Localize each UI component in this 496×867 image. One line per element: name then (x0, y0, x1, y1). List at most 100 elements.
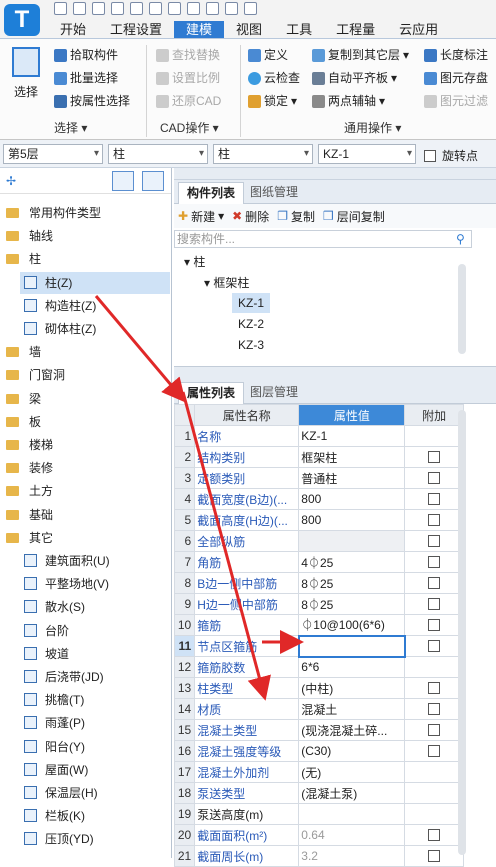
property-row[interactable]: 15 混凝土类型 (现浇混凝土碎... (173, 719, 464, 741)
extra-checkbox[interactable] (428, 577, 441, 589)
undo-icon[interactable] (111, 2, 124, 15)
subtype-select[interactable]: 柱 (213, 144, 313, 164)
tree-item[interactable]: 构造柱(Z) (24, 295, 96, 317)
property-row[interactable]: 16 混凝土强度等级 (C30) (173, 740, 464, 762)
pick-component-button[interactable]: 拾取构件 (54, 45, 118, 65)
tree-item[interactable]: 土方 (6, 480, 53, 502)
tree-item[interactable]: 屋面(W) (24, 759, 88, 781)
tree-item[interactable]: 阳台(Y) (24, 736, 85, 758)
extra-checkbox[interactable] (428, 682, 441, 694)
tree-item[interactable]: 建筑面积(U) (24, 550, 110, 572)
extra-checkbox[interactable] (428, 850, 441, 862)
open-folder-icon[interactable] (92, 2, 105, 15)
grid-view-icon[interactable] (142, 171, 164, 191)
property-value[interactable]: 普通柱 (298, 467, 406, 489)
property-value[interactable]: (无) (298, 761, 406, 783)
property-value[interactable]: 800 (298, 488, 406, 510)
batch-select-button[interactable]: 批量选择 (54, 68, 118, 88)
select-big-button[interactable]: 选择 (8, 47, 44, 105)
tree-item[interactable]: 栏板(K) (24, 805, 85, 827)
rotate-point-toggle[interactable]: 旋转点 (424, 147, 478, 164)
tab-property-list[interactable]: 属性列表 (178, 382, 245, 404)
extra-checkbox[interactable] (428, 535, 441, 547)
property-row[interactable]: 20 截面面积(m²) 0.64 (173, 824, 464, 846)
extra-checkbox[interactable] (428, 640, 441, 652)
app-logo[interactable]: T (4, 4, 40, 36)
tree-item[interactable]: 挑檐(T) (24, 689, 84, 711)
menu-tab[interactable]: 云应用 (387, 21, 450, 38)
extra-checkbox[interactable] (428, 724, 441, 736)
tree-item[interactable]: 台阶 (24, 620, 69, 642)
property-row[interactable]: 10 箍筋 ⏀10@100(6*6) (173, 614, 464, 636)
lock-icon[interactable] (244, 2, 257, 15)
tree-item[interactable]: 轴线 (6, 225, 53, 247)
menu-tab[interactable]: 工程量 (324, 21, 387, 38)
floor-select[interactable]: 第5层 (3, 144, 103, 164)
property-value[interactable]: (混凝土泵) (298, 782, 406, 804)
rotate-checkbox[interactable] (424, 149, 436, 162)
cloud-check-button[interactable]: 云检查 (248, 68, 300, 88)
property-row[interactable]: 5 截面高度(H边)(... 800 (173, 509, 464, 531)
property-value[interactable]: ⏀10@100(6*6) (298, 614, 406, 636)
new-button[interactable]: ✚ 新建 ▾ (178, 208, 224, 225)
find-replace-button[interactable]: 查找替换 (156, 45, 220, 65)
tree-item[interactable]: 基础 (6, 504, 53, 526)
tree-item[interactable]: 装修 (6, 457, 53, 479)
two-point-axis-button[interactable]: 两点辅轴 ▾ (312, 91, 385, 111)
property-row[interactable]: 8 B边一侧中部筋 8⏀25 (173, 572, 464, 594)
extra-checkbox[interactable] (428, 451, 441, 463)
extra-checkbox[interactable] (428, 598, 441, 610)
extra-checkbox[interactable] (428, 556, 441, 568)
property-row[interactable]: 19 泵送高度(m) (173, 803, 464, 825)
extra-checkbox[interactable] (428, 493, 441, 505)
element-filter-button[interactable]: 图元过滤 (424, 91, 488, 111)
length-dimension-button[interactable]: 长度标注 (424, 45, 488, 65)
property-value[interactable]: 8⏀25 (298, 593, 406, 615)
menu-tab[interactable]: 建模 (174, 21, 225, 38)
property-row[interactable]: 7 角筋 4⏀25 (173, 551, 464, 573)
property-value[interactable]: (中柱) (298, 677, 406, 699)
tree-item[interactable]: 散水(S) (24, 596, 85, 618)
delete-button[interactable]: ✖ 删除 (232, 208, 269, 225)
property-value[interactable]: 3.2 (298, 845, 406, 867)
tree-node-column[interactable]: ▾ 柱 (184, 252, 205, 272)
property-value[interactable]: 6*6 (298, 656, 406, 678)
property-value[interactable]: 4⏀25 (298, 551, 406, 573)
lock-button[interactable]: 锁定 ▾ (248, 91, 297, 111)
save-icon[interactable] (54, 2, 67, 15)
property-row[interactable]: 18 泵送类型 (混凝土泵) (173, 782, 464, 804)
copy-to-floor-button[interactable]: 复制到其它层 ▾ (312, 45, 409, 65)
menu-tab[interactable]: 工具 (274, 21, 324, 38)
restore-cad-button[interactable]: 还原CAD (156, 91, 221, 111)
tree-item[interactable]: 门窗洞 (6, 364, 65, 386)
property-row[interactable]: 11 节点区箍筋 (173, 634, 464, 658)
menu-tab[interactable]: 开始 (48, 21, 98, 38)
sum-icon[interactable] (149, 2, 162, 15)
tree-item[interactable]: 平整场地(V) (24, 573, 109, 595)
floor-copy-button[interactable]: ❒ 层间复制 (323, 208, 385, 225)
copy-button[interactable]: ❐ 复制 (277, 208, 315, 225)
property-row[interactable]: 2 结构类别 框架柱 (173, 446, 464, 468)
property-value-input[interactable] (297, 634, 406, 658)
pen-icon[interactable] (206, 2, 219, 15)
tree-item[interactable]: 雨蓬(P) (24, 712, 85, 734)
view-icon[interactable] (187, 2, 200, 15)
component-list-scrollbar[interactable] (458, 264, 466, 354)
define-button[interactable]: 定义 (248, 45, 288, 65)
property-value[interactable] (298, 803, 406, 825)
tree-node-frame-column[interactable]: ▾ 框架柱 (204, 273, 249, 293)
redo-icon[interactable] (130, 2, 143, 15)
tree-item[interactable]: 梁 (6, 388, 41, 410)
menu-tab[interactable]: 工程设置 (98, 21, 174, 38)
property-value[interactable]: 8⏀25 (298, 572, 406, 594)
component-select[interactable]: KZ-1 (318, 144, 416, 164)
property-row[interactable]: 21 截面周长(m) 3.2 (173, 845, 464, 867)
tree-item[interactable]: 楼梯 (6, 434, 53, 456)
tree-node-kz3[interactable]: KZ-3 (238, 335, 264, 355)
tree-item[interactable]: 板 (6, 411, 41, 433)
tree-item[interactable]: 柱 (6, 248, 41, 270)
tree-node-kz1[interactable]: KZ-1 (232, 293, 271, 313)
property-row[interactable]: 3 定额类别 普通柱 (173, 467, 464, 489)
menu-tab[interactable]: 视图 (224, 21, 274, 38)
property-scrollbar[interactable] (458, 410, 466, 855)
